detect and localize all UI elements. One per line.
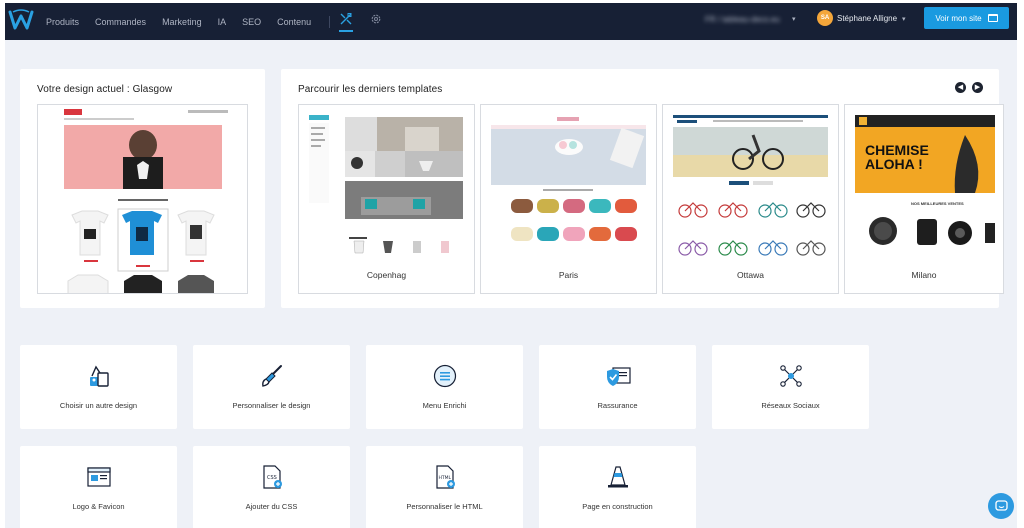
view-site-button[interactable]: Voir mon site [924,7,1009,29]
chevron-down-icon[interactable]: ▾ [902,15,906,23]
browser-icon [987,14,998,22]
shield-check-icon [607,367,631,386]
action-customize-design[interactable]: Personnaliser le design [193,345,350,429]
template-card-paris[interactable]: Paris [480,104,657,294]
traffic-cone-icon [608,466,628,488]
current-design-panel: Votre design actuel : Glasgow [20,69,265,308]
chat-icon [994,499,1008,511]
templates-title: Parcourir les derniers templates [298,84,443,95]
action-label: Personnaliser le HTML [406,502,483,511]
browser-window-icon [87,467,111,487]
menu-list-icon [433,364,457,388]
template-name-paris: Paris [558,270,579,280]
action-choose-design[interactable]: Choisir un autre design [20,345,177,429]
action-logo-favicon[interactable]: Logo & Favicon [20,446,177,528]
template-name-milano: Milano [911,270,937,280]
brand-logo-icon[interactable] [8,8,34,32]
html-file-icon: HTML [436,465,455,489]
action-label: Choisir un autre design [59,401,138,410]
carousel-controls: ◀ ▶ [955,82,983,93]
nav-item-seo[interactable]: SEO [242,17,261,27]
action-label: Personnaliser le design [232,401,311,410]
app-frame: Produits Commandes Marketing IA SEO Cont… [5,3,1017,528]
template-preview-copenhag [309,115,464,265]
settings-tab[interactable] [370,12,382,30]
action-rich-menu[interactable]: Menu Enrichi [366,345,523,429]
action-under-construction[interactable]: Page en construction [539,446,696,528]
action-label: Réseaux Sociaux [761,401,820,410]
nav-item-produits[interactable]: Produits [46,17,79,27]
top-navbar: Produits Commandes Marketing IA SEO Cont… [5,3,1017,40]
nav-item-commandes[interactable]: Commandes [95,17,146,27]
nav-item-ia[interactable]: IA [218,17,227,27]
template-preview-milano: CHEMISE ALOHA ! NOS MEILLEURES VENTES [855,115,995,265]
template-card-copenhag[interactable]: Copenhag [298,104,475,294]
action-label: Menu Enrichi [422,401,467,410]
template-name-ottawa: Ottawa [737,270,764,280]
template-preview-paris [491,115,646,265]
avatar[interactable]: SA [817,10,833,26]
chevron-down-icon[interactable]: ▾ [792,15,796,23]
action-label: Rassurance [597,401,638,410]
action-reassurance[interactable]: Rassurance [539,345,696,429]
gear-icon [371,14,381,24]
support-chat-button[interactable] [988,493,1014,519]
action-label: Logo & Favicon [72,502,125,511]
action-add-css[interactable]: CSS Ajouter du CSS [193,446,350,528]
css-file-icon: CSS [263,465,282,489]
template-promo-text: CHEMISE ALOHA ! [865,142,929,172]
nav-item-marketing[interactable]: Marketing [162,17,202,27]
template-name-copenhag: Copenhag [366,270,407,280]
current-design-title: Votre design actuel : Glasgow [37,84,173,95]
template-preview-ottawa [673,115,828,265]
design-tool-tab[interactable] [339,12,353,32]
current-design-preview[interactable] [37,104,248,294]
prev-arrow-icon[interactable]: ◀ [955,82,966,93]
template-card-ottawa[interactable]: Ottawa [662,104,839,294]
template-section-label: NOS MEILLEURES VENTES [911,201,964,206]
action-social-networks[interactable]: Réseaux Sociaux [712,345,869,429]
action-customize-html[interactable]: HTML Personnaliser le HTML [366,446,523,528]
svg-text:CSS: CSS [267,475,277,481]
nav-divider [329,15,331,28]
next-arrow-icon[interactable]: ▶ [972,82,983,93]
network-icon [780,365,802,387]
shop-selector-name[interactable]: FR / tableau-deco.eu [705,15,780,24]
templates-panel: Parcourir les derniers templates ◀ ▶ Cop… [281,69,1004,308]
paintbrush-icon [262,365,282,387]
action-label: Ajouter du CSS [245,502,298,511]
nav-item-contenu[interactable]: Contenu [277,17,311,27]
action-label: Page en construction [582,502,653,511]
main-nav: Produits Commandes Marketing IA SEO Cont… [46,3,344,40]
user-name[interactable]: Stéphane Alligne [837,14,897,23]
svg-text:HTML: HTML [439,475,452,481]
template-card-milano[interactable]: CHEMISE ALOHA ! NOS MEILLEURES VENTES Mi… [844,104,1004,294]
paint-bucket-icon [90,365,109,387]
current-design-preview-image [38,105,247,293]
design-tools-icon [340,13,352,25]
view-site-label: Voir mon site [935,13,982,23]
